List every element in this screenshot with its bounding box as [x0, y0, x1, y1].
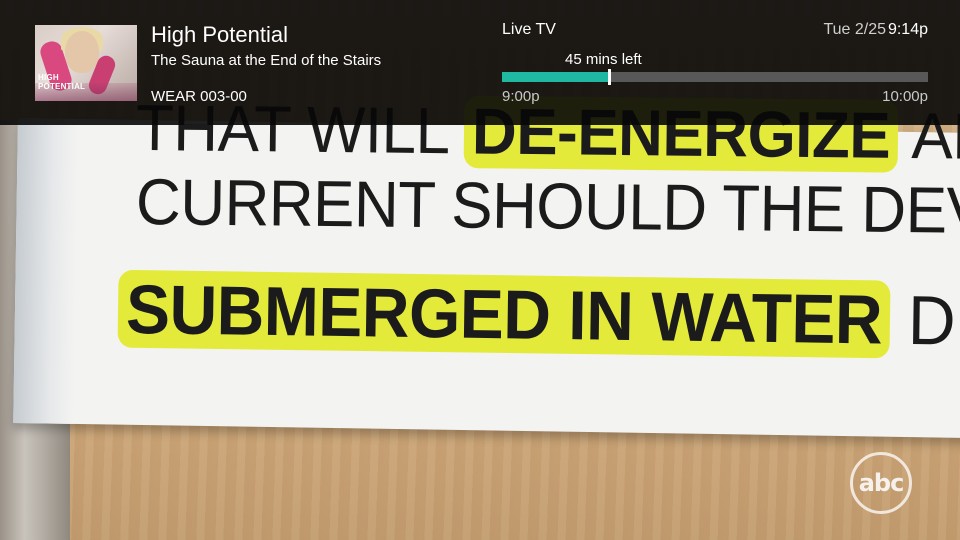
sign-highlight: SUBMERGED IN WATER [117, 269, 891, 359]
source-label: Live TV [502, 21, 556, 38]
sign-line-4: SUBMERGED IN WATER DURING [117, 269, 960, 363]
channel-number: WEAR 003-00 [151, 88, 247, 105]
program-title: High Potential [151, 22, 288, 47]
sign-text: DURING [907, 280, 960, 363]
time-remaining: 45 mins left [565, 51, 642, 68]
sign-text: CURRENT SHOULD THE DEVICE [135, 166, 960, 249]
network-logo: abc [850, 452, 912, 514]
sign-fold [13, 118, 78, 424]
program-thumbnail: HIGH POTENTIAL [35, 25, 137, 101]
sign-line-3: CURRENT SHOULD THE DEVICE [136, 165, 960, 250]
program-start-time: 9:00p [502, 88, 540, 105]
program-info-banner: HIGH POTENTIAL High Potential The Sauna … [0, 0, 960, 125]
progress-bar [502, 69, 928, 85]
progress-fill [502, 72, 609, 82]
thumbnail-art [65, 31, 99, 73]
current-time: 9:14p [887, 21, 928, 38]
thumbnail-title: HIGH POTENTIAL [38, 73, 86, 91]
progress-marker [608, 69, 611, 85]
current-date: Tue 2/25 [823, 21, 886, 38]
program-end-time: 10:00p [882, 88, 928, 105]
episode-title: The Sauna at the End of the Stairs [151, 52, 382, 69]
